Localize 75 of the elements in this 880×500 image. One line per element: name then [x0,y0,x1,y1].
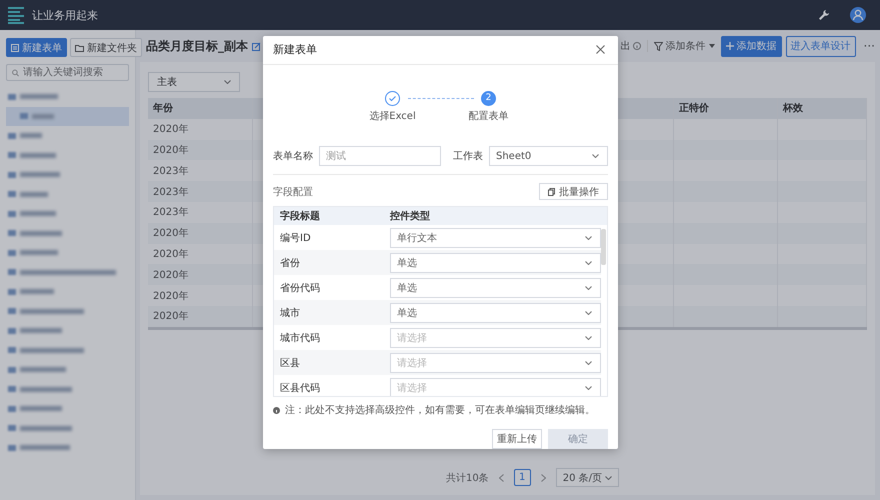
chevron-down-icon [585,286,592,290]
control-type-select[interactable]: 单选 [390,278,601,298]
folder-icon [75,44,84,52]
copy-icon [548,188,555,196]
more-button[interactable]: ··· [864,39,875,53]
caret-icon [708,44,715,48]
total-count: 共计10条 [446,472,489,484]
step-label: 选择Excel [369,110,416,123]
table-cell: 2020年 [148,140,253,160]
sheet-select[interactable]: Sheet0 [489,146,608,166]
field-title: 区县 [279,356,301,370]
export-button[interactable]: 出 [620,39,631,53]
step-done-icon [385,90,400,106]
chevron-down-icon [585,310,592,314]
close-icon[interactable] [596,45,605,54]
chevron-down-icon [585,260,592,264]
control-type-select[interactable]: 单选 [390,252,601,272]
new-form-button[interactable]: 新建表单 [6,38,67,57]
batch-button[interactable]: 批量操作 [539,183,608,200]
column-header: 控件类型 [390,210,430,223]
blurred-tree-item[interactable] [6,106,129,126]
avatar-icon[interactable] [850,7,866,23]
column-header: 字段标题 [279,209,321,223]
field-title: 省份 [279,256,301,270]
scrollbar-thumb[interactable] [601,229,606,265]
note-text: 注：此处不支持选择高级控件，如有需要，可在表单编辑页继续编辑。 [285,404,595,417]
plus-icon [726,42,734,50]
add-data-button[interactable]: 添加数据 [720,36,782,56]
page-button[interactable]: 1 [514,469,531,486]
dialog-button[interactable]: 重新上传 [492,429,542,449]
filter-icon [654,42,663,50]
app-title: 让业务用起来 [32,8,98,22]
chevron-right-icon[interactable] [540,474,546,482]
field-title: 区县代码 [279,382,321,394]
form-icon [11,44,19,52]
page-size-select[interactable]: 20 条/页 [556,468,619,487]
column-header: 年份 [148,98,253,119]
table-selector[interactable]: 主表 [148,72,240,92]
table-cell: 2020年 [148,264,253,286]
form-design-button[interactable]: 进入表单设计 [786,36,856,56]
form-name-label: 表单名称 [273,150,313,163]
add-condition-button[interactable]: 添加条件 [654,39,715,53]
search-icon [12,68,19,76]
new-folder-button[interactable]: 新建文件夹 [70,38,142,57]
field-title: 省份代码 [279,282,321,294]
column-header: 杯效 [778,98,867,119]
wrench-icon[interactable] [818,9,830,21]
field-title: 城市代码 [279,332,321,344]
field-title: 城市 [279,306,301,320]
step-label: 配置表单 [468,110,508,123]
control-type-select[interactable]: 单行文本 [390,228,601,248]
section-title: 字段配置 [273,186,313,198]
page-title: 品类月度目标_副本 [146,38,248,54]
sheet-label: 工作表 [453,150,483,163]
table-cell: 2023年 [148,181,253,202]
chevron-left-icon[interactable] [498,474,504,482]
control-type-select[interactable]: 单选 [390,302,601,322]
chevron-down-icon [224,80,231,84]
chevron-down-icon [592,154,599,158]
chevron-down-icon [585,386,592,390]
step-number: 2 [481,90,496,106]
chevron-down-icon [585,336,592,340]
info-icon [632,42,641,50]
logo-icon [8,6,24,24]
field-title: 编号ID [279,232,312,244]
table-cell: 2020年 [148,306,253,327]
chevron-down-icon [605,476,612,480]
chevron-down-icon [585,360,592,364]
chevron-down-icon [585,236,592,240]
info-icon [273,406,280,414]
column-header: 正特价 [674,98,778,119]
dialog-title: 新建表单 [273,42,317,58]
form-name-field[interactable]: 测试 [319,146,441,166]
table-cell: 2020年 [148,222,253,244]
edit-icon[interactable] [252,42,261,50]
